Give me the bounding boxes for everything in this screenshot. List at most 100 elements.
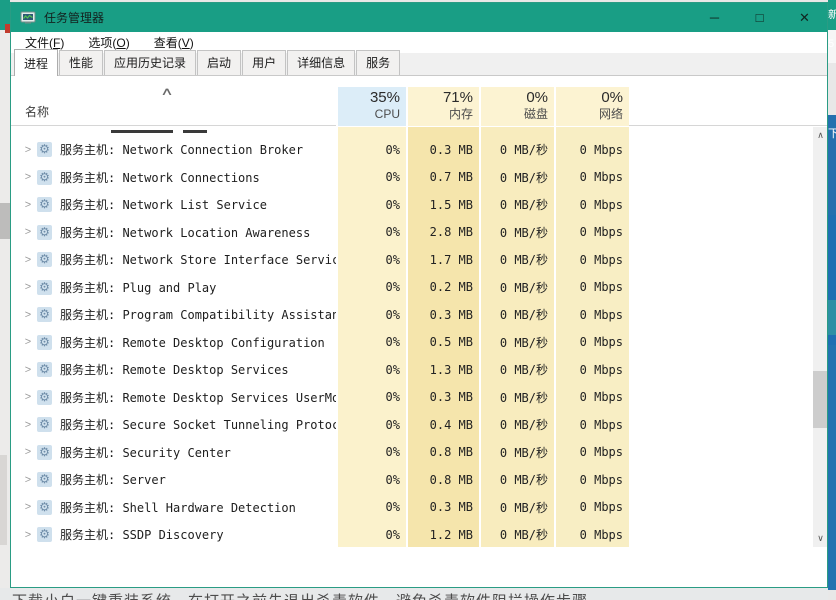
column-header-name[interactable]: 名称 [25,103,49,120]
background-text-fragment: 下 [828,128,836,140]
network-value: 0 Mbps [554,274,629,302]
service-gear-icon: ⚙ [37,390,52,405]
expand-chevron-icon[interactable]: > [22,171,34,183]
clipped-cell [554,127,629,136]
expand-chevron-icon[interactable]: > [22,391,34,403]
expand-chevron-icon[interactable]: > [22,199,34,211]
expand-chevron-icon[interactable]: > [22,254,34,266]
expand-chevron-icon[interactable]: > [22,144,34,156]
usage-percent: 71% [408,89,473,107]
cpu-value: 0% [336,384,406,412]
sort-ascending-icon[interactable]: ∧ [160,85,174,98]
disk-value: 0 MB/秒 [479,191,554,219]
disk-value: 0 MB/秒 [479,356,554,384]
memory-value: 2.8 MB [406,219,479,247]
scrollbar-thumb[interactable] [813,371,827,428]
background-text: 下载小白一键重装系统，在打开之前先退出杀毒软件，避免杀毒软件阻拦操作步骤 [12,590,588,600]
expand-chevron-icon[interactable]: > [22,281,34,293]
scroll-down-icon[interactable]: ∨ [813,530,827,547]
memory-value: 0.2 MB [406,274,479,302]
table-row[interactable]: > ⚙ 服务主机: Remote Desktop Configuration 0… [11,329,827,357]
table-row[interactable]: > ⚙ 服务主机: Remote Desktop Services 0% 1.3… [11,356,827,384]
tab-item-1[interactable]: 性能 [59,50,103,75]
usage-percent: 0% [556,89,623,107]
background-right-strip: 新5下 [828,0,836,600]
network-value: 0 Mbps [554,246,629,274]
memory-value: 0.3 MB [406,136,479,164]
table-row[interactable]: > ⚙ 服务主机: Network Connection Broker 0% 0… [11,136,827,164]
table-row[interactable]: > ⚙ 服务主机: Security Center 0% 0.8 MB 0 MB… [11,439,827,467]
cpu-value: 0% [336,411,406,439]
network-value: 0 Mbps [554,494,629,522]
service-gear-icon: ⚙ [37,335,52,350]
menu-options[interactable]: 选项(O) [78,34,139,51]
disk-value: 0 MB/秒 [479,219,554,247]
expand-chevron-icon[interactable]: > [22,226,34,238]
expand-chevron-icon[interactable]: > [22,336,34,348]
usage-column-header[interactable]: 0% 网络 [554,87,629,126]
expand-chevron-icon[interactable]: > [22,446,34,458]
cpu-value: 0% [336,164,406,192]
service-gear-icon: ⚙ [37,142,52,157]
usage-percent: 0% [481,89,548,107]
cpu-value: 0% [336,356,406,384]
tab-processes[interactable]: 进程 [14,49,58,76]
tab-item-6[interactable]: 服务 [356,50,400,75]
service-gear-icon: ⚙ [37,197,52,212]
service-gear-icon: ⚙ [37,307,52,322]
expand-chevron-icon[interactable]: > [22,529,34,541]
table-row[interactable]: > ⚙ 服务主机: Network Location Awareness 0% … [11,219,827,247]
network-value: 0 Mbps [554,439,629,467]
table-row[interactable]: > ⚙ 服务主机: Program Compatibility Assistan… [11,301,827,329]
network-value: 0 Mbps [554,136,629,164]
table-row[interactable]: > ⚙ 服务主机: Network List Service 0% 1.5 MB… [11,191,827,219]
tab-item-3[interactable]: 启动 [197,50,241,75]
usage-column-header[interactable]: 35% CPU [336,87,406,126]
table-row[interactable]: > ⚙ 服务主机: Plug and Play 0% 0.2 MB 0 MB/秒… [11,274,827,302]
minimize-button[interactable]: ─ [692,3,737,32]
network-value: 0 Mbps [554,164,629,192]
disk-value: 0 MB/秒 [479,136,554,164]
memory-value: 1.5 MB [406,191,479,219]
vertical-scrollbar[interactable]: ∧ ∨ [813,127,827,547]
table-row[interactable]: > ⚙ 服务主机: Server 0% 0.8 MB 0 MB/秒 0 Mbps [11,466,827,494]
maximize-button[interactable]: □ [737,3,782,32]
service-gear-icon: ⚙ [37,500,52,515]
memory-value: 0.3 MB [406,384,479,412]
disk-value: 0 MB/秒 [479,246,554,274]
expand-chevron-icon[interactable]: > [22,419,34,431]
network-value: 0 Mbps [554,356,629,384]
memory-value: 1.3 MB [406,356,479,384]
expand-chevron-icon[interactable]: > [22,309,34,321]
table-row[interactable]: > ⚙ 服务主机: Secure Socket Tunneling Protoc… [11,411,827,439]
service-gear-icon: ⚙ [37,472,52,487]
menu-view[interactable]: 查看(V) [144,34,204,51]
service-gear-icon: ⚙ [37,445,52,460]
service-gear-icon: ⚙ [37,225,52,240]
cpu-value: 0% [336,466,406,494]
tab-item-4[interactable]: 用户 [242,50,286,75]
network-value: 0 Mbps [554,521,629,547]
tab-item-2[interactable]: 应用历史记录 [104,50,196,75]
usage-column-header[interactable]: 71% 内存 [406,87,479,126]
titlebar[interactable]: 任务管理器 ─ □ ✕ [11,3,827,32]
table-row[interactable]: > ⚙ 服务主机: Shell Hardware Detection 0% 0.… [11,494,827,522]
usage-column-header[interactable]: 0% 磁盘 [479,87,554,126]
scroll-up-icon[interactable]: ∧ [813,127,827,144]
memory-value: 0.7 MB [406,164,479,192]
expand-chevron-icon[interactable]: > [22,474,34,486]
usage-label: 网络 [556,107,623,122]
network-value: 0 Mbps [554,411,629,439]
close-button[interactable]: ✕ [782,3,827,32]
tab-item-5[interactable]: 详细信息 [287,50,355,75]
table-row[interactable]: > ⚙ 服务主机: Remote Desktop Services UserMo… [11,384,827,412]
service-gear-icon: ⚙ [37,252,52,267]
table-row[interactable]: > ⚙ 服务主机: Network Store Interface Servic… [11,246,827,274]
expand-chevron-icon[interactable]: > [22,501,34,513]
table-row[interactable]: > ⚙ 服务主机: SSDP Discovery 0% 1.2 MB 0 MB/… [11,521,827,547]
table-row[interactable]: > ⚙ 服务主机: Network Connections 0% 0.7 MB … [11,164,827,192]
cpu-value: 0% [336,329,406,357]
background-text-fragment: 新 [828,9,836,21]
cpu-value: 0% [336,521,406,547]
expand-chevron-icon[interactable]: > [22,364,34,376]
